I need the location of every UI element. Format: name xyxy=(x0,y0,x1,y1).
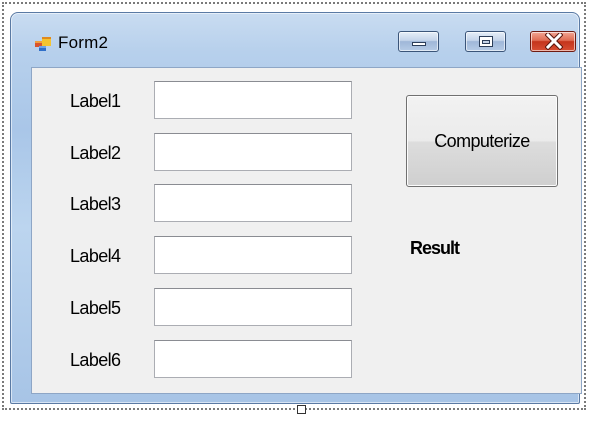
field-label: Label5 xyxy=(70,298,121,318)
form-window: Form2 Label1 Label2 Label3 Label4 Label5 xyxy=(10,12,582,404)
field-label: Label6 xyxy=(70,350,121,370)
form-icon xyxy=(35,37,51,51)
form-client-area: Label1 Label2 Label3 Label4 Label5 Label… xyxy=(31,67,582,394)
field-label: Label3 xyxy=(70,194,121,214)
computerize-button[interactable]: Computerize xyxy=(406,95,558,187)
textbox-2[interactable] xyxy=(154,133,352,171)
field-label: Label4 xyxy=(70,246,121,266)
field-label: Label1 xyxy=(70,91,121,111)
field-label: Label2 xyxy=(70,143,121,163)
close-icon xyxy=(544,31,564,51)
close-button[interactable] xyxy=(530,31,576,52)
textbox-3[interactable] xyxy=(154,184,352,222)
maximize-icon xyxy=(479,36,493,47)
resize-handle[interactable] xyxy=(297,405,306,414)
minimize-button[interactable] xyxy=(398,31,439,52)
minimize-icon xyxy=(412,42,426,46)
result-label: Result xyxy=(410,238,460,258)
textbox-1[interactable] xyxy=(154,81,352,119)
textbox-6[interactable] xyxy=(154,340,352,378)
title-bar[interactable]: Form2 xyxy=(11,13,579,63)
maximize-button[interactable] xyxy=(465,31,506,52)
textbox-5[interactable] xyxy=(154,288,352,326)
textbox-4[interactable] xyxy=(154,236,352,274)
window-title: Form2 xyxy=(58,33,109,52)
